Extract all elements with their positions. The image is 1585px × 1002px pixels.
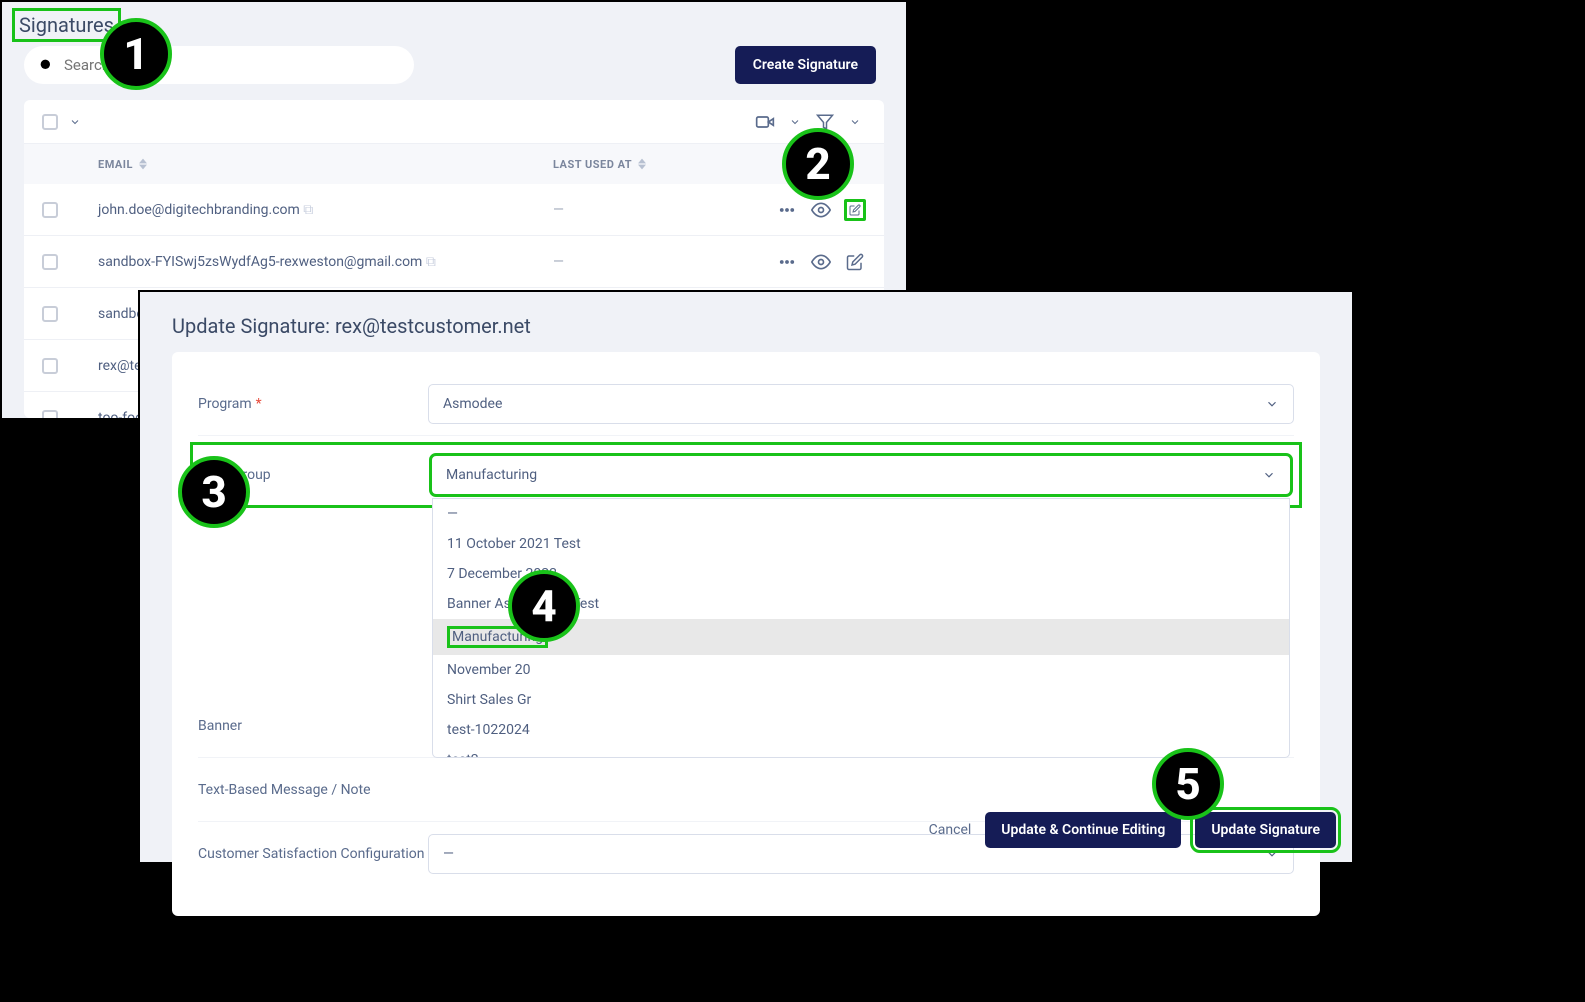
- panel-title-prefix: Update Signature:: [172, 314, 335, 338]
- callout-3: 3: [178, 456, 250, 528]
- sort-icon[interactable]: [139, 158, 147, 170]
- user-group-option[interactable]: Shirt Sales Gr: [433, 685, 1289, 715]
- chevron-down-icon[interactable]: [844, 111, 866, 133]
- user-group-value: Manufacturing: [446, 467, 537, 483]
- row-last-used: —: [553, 202, 703, 218]
- field-program: Program* Asmodee: [198, 372, 1294, 436]
- update-signature-button[interactable]: Update Signature: [1195, 812, 1336, 848]
- row-last-used: —: [553, 254, 703, 270]
- label-csat: Customer Satisfaction Configuration: [198, 845, 428, 863]
- callout-2: 2: [782, 128, 854, 200]
- user-group-option[interactable]: test2: [433, 745, 1289, 758]
- eye-icon[interactable]: [810, 251, 832, 273]
- user-group-option[interactable]: November 20: [433, 655, 1289, 685]
- video-icon[interactable]: [754, 111, 776, 133]
- chevron-down-icon[interactable]: [64, 111, 86, 133]
- copy-icon[interactable]: ⧉: [426, 254, 436, 270]
- program-select[interactable]: Asmodee: [428, 384, 1294, 424]
- more-icon[interactable]: [776, 199, 798, 221]
- chevron-down-icon: [1265, 847, 1279, 861]
- more-icon[interactable]: [776, 251, 798, 273]
- chevron-down-icon: [1265, 397, 1279, 411]
- highlight-user-group-row: User Group Manufacturing —11 October 202…: [190, 442, 1302, 508]
- user-group-option[interactable]: 11 October 2021 Test: [433, 529, 1289, 559]
- field-user-group: User Group Manufacturing —11 October 202…: [201, 455, 1291, 495]
- row-checkbox[interactable]: [42, 202, 58, 218]
- callout-5: 5: [1152, 748, 1224, 820]
- search-icon: [38, 57, 54, 73]
- row-checkbox[interactable]: [42, 306, 58, 322]
- csat-value: —: [443, 846, 454, 862]
- callout-4: 4: [508, 570, 580, 642]
- row-checkbox[interactable]: [42, 254, 58, 270]
- panel-footer: Cancel Update & Continue Editing Update …: [929, 812, 1336, 848]
- program-value: Asmodee: [443, 396, 502, 412]
- required-asterisk: *: [256, 396, 262, 412]
- update-continue-button[interactable]: Update & Continue Editing: [985, 812, 1181, 848]
- row-checkbox[interactable]: [42, 410, 58, 419]
- user-group-select[interactable]: Manufacturing —11 October 2021 Test7 Dec…: [431, 455, 1291, 495]
- copy-icon[interactable]: ⧉: [303, 202, 313, 218]
- search-field[interactable]: [24, 46, 414, 84]
- select-all-checkbox[interactable]: [42, 114, 58, 130]
- table-header: EMAIL LAST USED AT: [24, 144, 884, 184]
- edit-icon[interactable]: [844, 251, 866, 273]
- user-group-option[interactable]: test-1022024: [433, 715, 1289, 745]
- row-checkbox[interactable]: [42, 358, 58, 374]
- edit-icon[interactable]: [844, 199, 866, 221]
- sort-icon[interactable]: [638, 158, 646, 170]
- user-group-option[interactable]: —: [433, 499, 1289, 529]
- label-program: Program: [198, 396, 252, 412]
- chevron-down-icon: [1262, 468, 1276, 482]
- table-row[interactable]: sandbox-FYISwj5zsWydfAg5-rexweston@gmail…: [24, 236, 884, 288]
- label-banner: Banner: [198, 718, 428, 734]
- callout-1: 1: [100, 18, 172, 90]
- panel-title-email: rex@testcustomer.net: [335, 314, 531, 338]
- row-email: sandbox-FYISwj5zsWydfAg5-rexweston@gmail…: [98, 254, 553, 270]
- row-email: john.doe@digitechbranding.com ⧉: [98, 202, 553, 218]
- chevron-down-icon[interactable]: [784, 111, 806, 133]
- table-toolbar: [24, 100, 884, 144]
- column-last-used[interactable]: LAST USED AT: [553, 158, 632, 171]
- column-email[interactable]: EMAIL: [98, 158, 133, 171]
- table-row[interactable]: john.doe@digitechbranding.com ⧉—: [24, 184, 884, 236]
- panel-title: Update Signature: rex@testcustomer.net: [140, 292, 1352, 352]
- label-text-note: Text-Based Message / Note: [198, 782, 428, 798]
- cancel-button[interactable]: Cancel: [929, 822, 972, 838]
- eye-icon[interactable]: [810, 199, 832, 221]
- create-signature-button[interactable]: Create Signature: [735, 46, 876, 84]
